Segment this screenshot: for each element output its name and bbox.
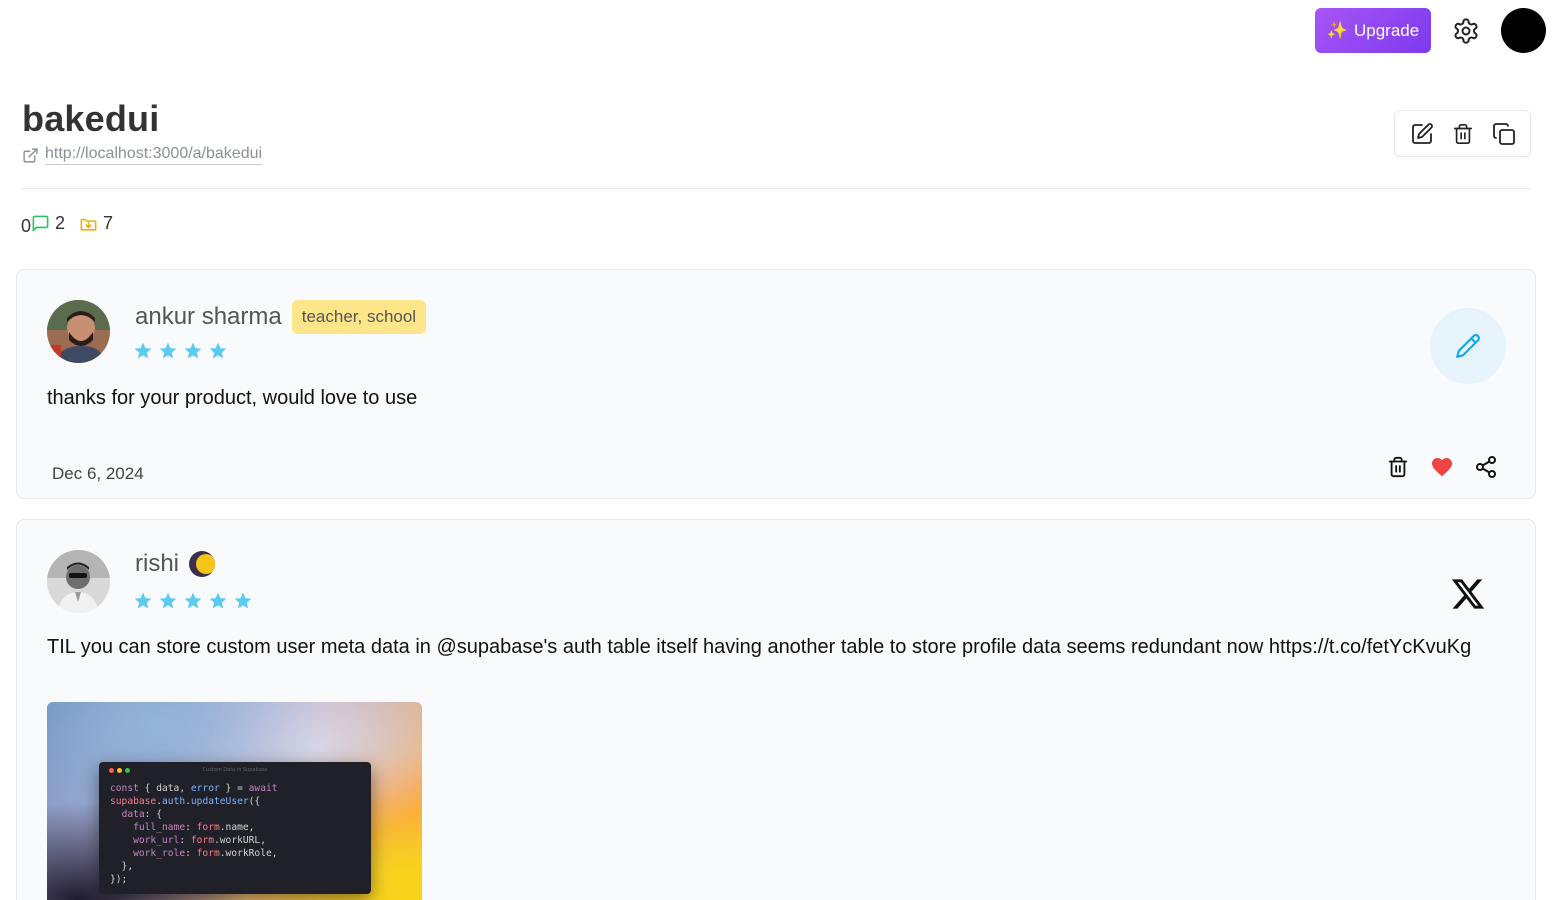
- like-review-button[interactable]: [1427, 452, 1457, 482]
- rating-stars: [133, 341, 228, 361]
- external-link-icon: [23, 147, 38, 163]
- heart-icon: [1432, 458, 1452, 477]
- stats-row: 0 2 7: [21, 210, 127, 237]
- code-window-title: Custom Data in Supabase: [202, 767, 268, 773]
- review-card: ankur sharma teacher, school thanks for …: [16, 269, 1536, 499]
- trash-icon: [1453, 123, 1472, 144]
- user-avatar[interactable]: [1501, 8, 1546, 53]
- comments-count: 2: [55, 213, 66, 233]
- reviewer-name: rishi: [135, 550, 180, 577]
- page-link-row: http://localhost:3000/a/bakedui: [22, 145, 263, 165]
- reviewer-name-row: ankur sharma teacher, school: [135, 300, 427, 334]
- edit-review-button[interactable]: [1430, 308, 1506, 384]
- reviewer-name-row: rishi: [135, 550, 216, 578]
- moon-emoji-icon: [189, 551, 216, 577]
- edit-icon: [1411, 122, 1433, 144]
- reviewer-tag-badge: teacher, school: [291, 300, 427, 334]
- imports-count: 7: [103, 213, 114, 233]
- share-icon: [1476, 456, 1496, 478]
- gear-icon: [1454, 18, 1478, 44]
- delete-page-button[interactable]: [1448, 119, 1478, 149]
- review-text: TIL you can store custom user meta data …: [47, 636, 1472, 658]
- review-media-image[interactable]: Custom Data in Supabase const { data, er…: [47, 702, 422, 900]
- reviewer-avatar: [47, 300, 110, 363]
- reviewer-avatar: [47, 550, 110, 613]
- star-icon: [209, 592, 227, 609]
- import-icon: [80, 218, 97, 231]
- review-actions: [1383, 452, 1501, 482]
- edit-page-button[interactable]: [1407, 119, 1437, 149]
- copy-page-button[interactable]: [1489, 119, 1519, 149]
- copy-icon: [1492, 122, 1515, 145]
- page-title: bakedui: [22, 98, 160, 139]
- trash-icon: [1388, 456, 1408, 478]
- page-actions: [1394, 110, 1531, 157]
- star-icon: [159, 592, 177, 609]
- review-card: rishi TIL you can store custom user meta…: [16, 519, 1536, 900]
- delete-review-button[interactable]: [1383, 452, 1413, 482]
- star-icon: [184, 342, 202, 359]
- imports-stat: 7: [79, 213, 113, 234]
- share-review-button[interactable]: [1471, 452, 1501, 482]
- star-icon: [134, 592, 152, 609]
- pencil-icon: [1456, 334, 1480, 358]
- reviewer-name: ankur sharma: [135, 303, 282, 330]
- header-divider: [21, 188, 1531, 189]
- comment-icon: [32, 215, 49, 232]
- sparkles-icon: ✨: [1326, 20, 1348, 40]
- rating-stars: [133, 591, 253, 611]
- star-icon: [159, 342, 177, 359]
- star-icon: [134, 342, 152, 359]
- code-block: const { data, error } = await supabase.a…: [110, 783, 278, 885]
- page-url-link[interactable]: http://localhost:3000/a/bakedui: [45, 145, 263, 165]
- review-date: Dec 6, 2024: [52, 464, 144, 483]
- upgrade-button[interactable]: ✨ Upgrade: [1315, 8, 1431, 53]
- review-text: thanks for your product, would love to u…: [47, 387, 418, 409]
- stat-zero: 0: [21, 216, 32, 236]
- star-icon: [234, 592, 252, 609]
- star-icon: [184, 592, 202, 609]
- comments-stat: 2: [31, 213, 65, 234]
- upgrade-label: Upgrade: [1353, 20, 1420, 40]
- settings-button[interactable]: [1448, 13, 1484, 49]
- code-screenshot: Custom Data in Supabase const { data, er…: [99, 762, 371, 894]
- star-icon: [209, 342, 227, 359]
- x-logo-icon[interactable]: [1450, 576, 1486, 612]
